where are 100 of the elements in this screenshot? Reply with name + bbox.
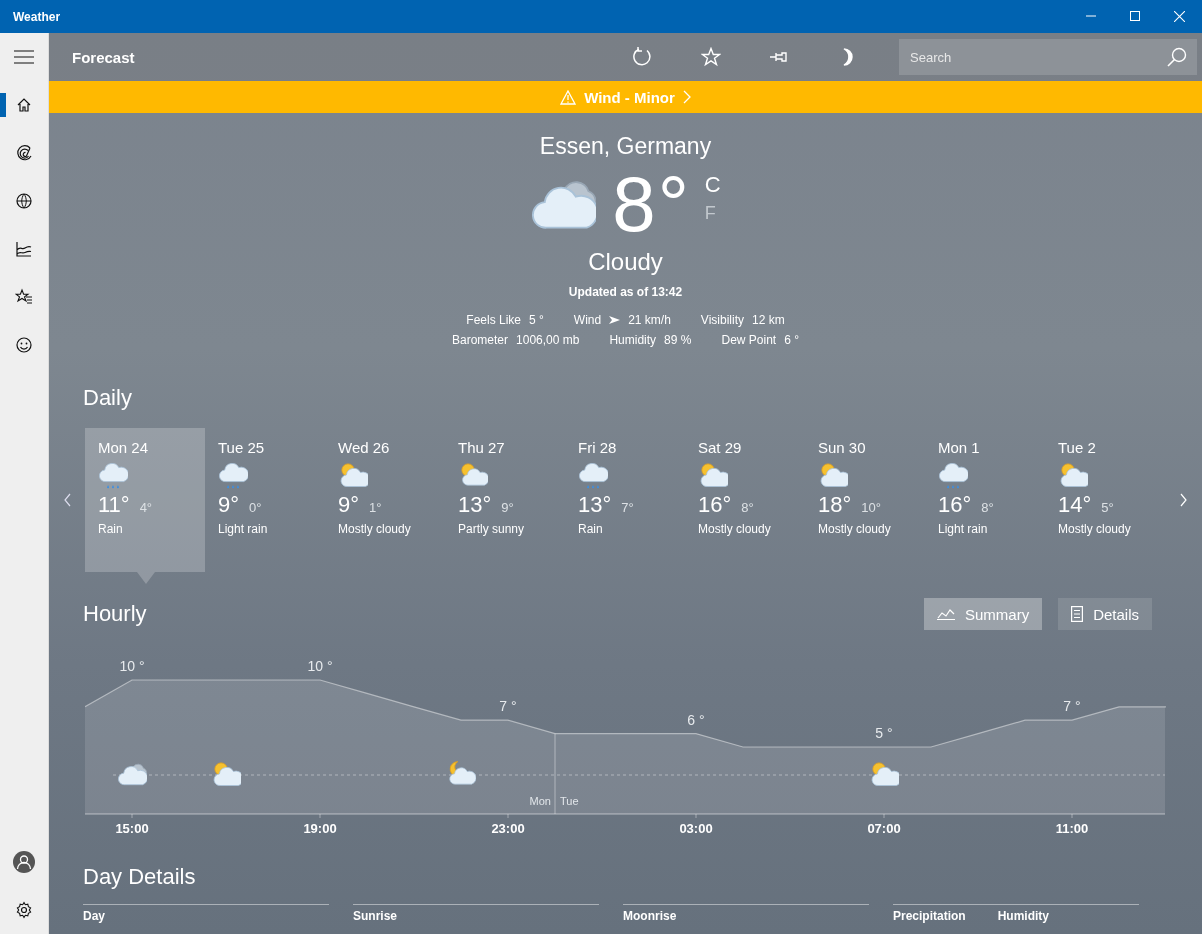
stat-label: Wind: [573, 313, 602, 327]
window-title: Weather: [12, 9, 62, 24]
rain-cloud-icon: [218, 461, 248, 489]
time-label: 19:00: [303, 821, 337, 836]
search-icon[interactable]: [1167, 47, 1187, 67]
chevron-left-icon[interactable]: [63, 493, 71, 507]
account-icon[interactable]: [13, 851, 35, 873]
unit-toggle[interactable]: F: [704, 200, 721, 226]
line-chart-icon: [936, 608, 955, 620]
high-temperature: 13°: [578, 492, 612, 518]
rain-cloud-icon: [98, 461, 128, 489]
time-label: 23:00: [491, 821, 525, 836]
temperature-label: 7 °: [1063, 698, 1081, 715]
low-temperature: 5°: [1101, 500, 1114, 515]
day-summary: Mostly cloudy: [818, 522, 892, 536]
day-label: Mon: [529, 795, 551, 807]
globe-icon[interactable]: [15, 192, 33, 210]
high-temperature: 9°: [218, 492, 240, 518]
temperature-label: 7 °: [499, 698, 517, 715]
stat-label: Humidity: [609, 333, 657, 347]
low-temperature: 7°: [621, 500, 634, 515]
detail-label: Sunrise: [353, 909, 397, 923]
high-temperature: 11°: [98, 492, 130, 518]
section-heading: Hourly: [83, 601, 148, 627]
day-summary: Partly sunny: [458, 522, 526, 536]
low-temperature: 10°: [861, 500, 881, 515]
stat-label: Barometer: [452, 333, 509, 347]
day-summary: Rain: [578, 522, 604, 536]
low-temperature: 1°: [369, 500, 382, 515]
updated-time: Updated as of 13:42: [568, 285, 683, 299]
low-temperature: 0°: [249, 500, 262, 515]
day-forecast-card[interactable]: Tue 25 9° 0° Light rain: [205, 428, 325, 572]
time-label: 03:00: [679, 821, 713, 836]
day-summary: Mostly cloudy: [698, 522, 772, 536]
time-label: 15:00: [115, 821, 149, 836]
stat-label: Dew Point: [721, 333, 777, 347]
sun-cloud-icon: [1058, 461, 1088, 489]
day-forecast-card[interactable]: Sun 30 18° 10° Mostly cloudy: [805, 428, 925, 572]
close-icon[interactable]: [1174, 11, 1185, 22]
location-name: Essen, Germany: [539, 132, 712, 160]
stat-label: Feels Like: [466, 313, 521, 327]
sun-cloud-icon: [818, 461, 848, 489]
home-icon[interactable]: [15, 96, 33, 114]
day-label: Thu 27: [458, 439, 506, 457]
day-forecast-card[interactable]: Tue 2 14° 5° Mostly cloudy: [1045, 428, 1165, 572]
star-list-icon[interactable]: [15, 288, 33, 306]
selection-pointer: [137, 572, 155, 584]
high-temperature: 18°: [818, 492, 852, 518]
day-forecast-card[interactable]: Thu 27 13° 9° Partly sunny: [445, 428, 565, 572]
day-label: Wed 26: [338, 439, 391, 457]
day-forecast-card[interactable]: Wed 26 9° 1° Mostly cloudy: [325, 428, 445, 572]
day-label: Tue: [560, 795, 579, 807]
low-temperature: 8°: [981, 500, 994, 515]
day-forecast-card[interactable]: Sat 29 16° 8° Mostly cloudy: [685, 428, 805, 572]
low-temperature: 4°: [139, 500, 153, 515]
sun-cloud-icon: [338, 461, 368, 489]
day-summary: Mostly cloudy: [1058, 522, 1132, 536]
time-label: 11:00: [1055, 821, 1089, 836]
rain-cloud-icon: [938, 461, 968, 489]
smiley-icon[interactable]: [15, 336, 33, 354]
chevron-right-icon[interactable]: [1179, 493, 1187, 507]
radar-icon[interactable]: [15, 144, 33, 162]
day-label: Sat 29: [698, 439, 743, 457]
sun-cloud-icon: [872, 762, 902, 786]
day-summary: Mostly cloudy: [338, 522, 412, 536]
rain-cloud-icon: [578, 461, 608, 489]
stat-value: 6 °: [784, 333, 799, 347]
unit-toggle[interactable]: C: [704, 172, 721, 198]
day-label: Mon 24: [98, 439, 150, 457]
day-label: Tue 25: [218, 439, 266, 457]
line-chart-icon[interactable]: [15, 240, 33, 258]
day-forecast-card[interactable]: Mon 1 16° 8° Light rain: [925, 428, 1045, 572]
menu-icon[interactable]: [14, 50, 34, 64]
day-label: Tue 2: [1058, 439, 1097, 457]
view-toggle-button[interactable]: Summary: [923, 598, 1043, 630]
stat-value: 1006,00 mb: [516, 333, 580, 347]
stat-value: 12 km: [752, 313, 785, 327]
day-label: Fri 28: [578, 439, 618, 457]
settings-icon[interactable]: [15, 901, 33, 919]
sun-cloud-icon: [458, 461, 488, 489]
day-label: Mon 1: [938, 439, 981, 457]
detail-label: Day: [83, 909, 105, 923]
high-temperature: 16°: [938, 492, 972, 518]
section-heading: Day Details: [83, 864, 197, 890]
temperature-label: 10 °: [119, 658, 145, 674]
detail-label: Humidity: [997, 909, 1050, 923]
star-icon[interactable]: [701, 47, 721, 67]
refresh-icon[interactable]: [633, 47, 653, 67]
day-summary: Rain: [98, 522, 124, 536]
sun-cloud-icon: [698, 461, 728, 489]
day-summary: Light rain: [938, 522, 989, 536]
maximize-icon[interactable]: [1130, 11, 1140, 21]
list-icon: [1071, 606, 1084, 622]
detail-label: Precipitation: [893, 909, 966, 923]
temperature-label: 10 °: [307, 658, 333, 674]
section-heading: Daily: [83, 385, 133, 411]
wind-direction-icon: [609, 316, 621, 324]
day-forecast-card[interactable]: Fri 28 13° 7° Rain: [565, 428, 685, 572]
low-temperature: 9°: [501, 500, 514, 515]
view-toggle-button[interactable]: Details: [1058, 598, 1152, 630]
